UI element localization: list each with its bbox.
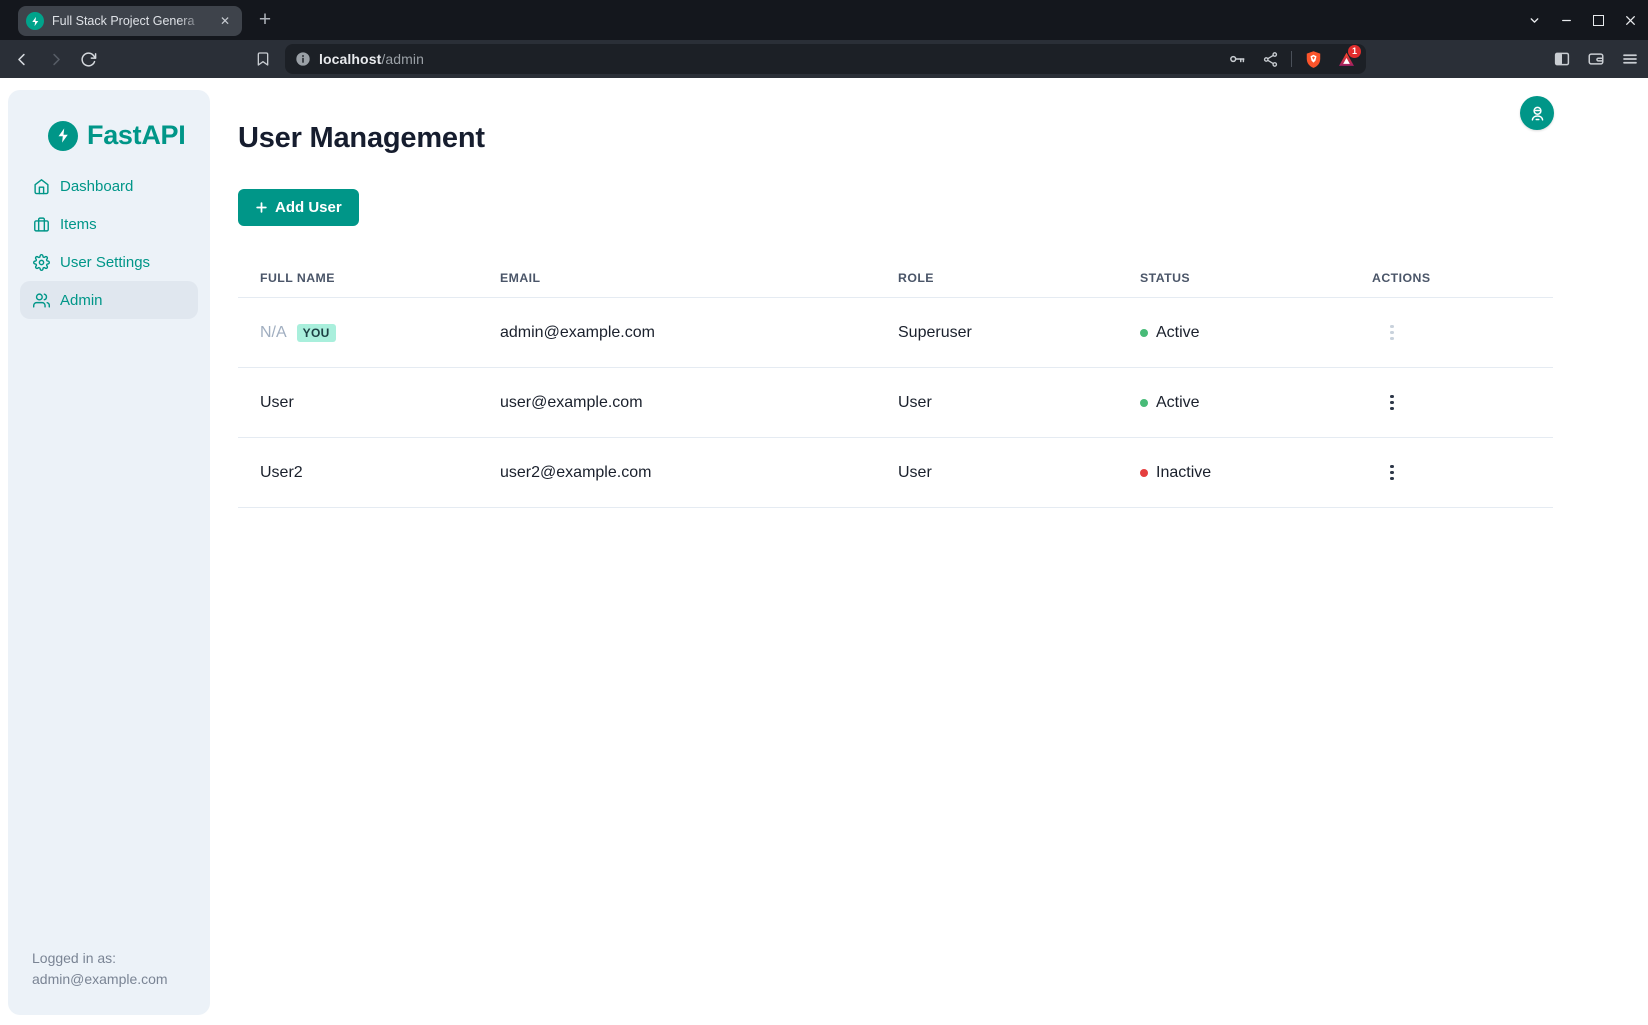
add-user-button[interactable]: Add User — [238, 189, 359, 226]
sidebar-item-label: Admin — [60, 292, 103, 309]
table-header-row: FULL NAME EMAIL ROLE STATUS ACTIONS — [238, 258, 1553, 298]
user-astronaut-icon — [1528, 104, 1547, 123]
menu-hamburger-icon[interactable] — [1618, 47, 1642, 71]
tab-search-chevron-icon[interactable] — [1522, 8, 1546, 32]
add-user-label: Add User — [275, 199, 342, 216]
page-title: User Management — [238, 122, 485, 155]
bookmark-icon[interactable] — [251, 47, 275, 71]
forward-button[interactable] — [41, 45, 69, 73]
row-actions-menu-icon[interactable] — [1380, 391, 1404, 415]
row-actions-menu-icon[interactable] — [1380, 321, 1404, 345]
browser-titlebar: Full Stack Project Genera ✕ + — [0, 0, 1648, 40]
table-row: User user@example.com User Active — [238, 368, 1553, 438]
logged-in-as-label: Logged in as: — [32, 948, 168, 970]
address-bar[interactable]: localhost/admin 1 — [285, 44, 1366, 74]
tab-favicon-icon — [26, 12, 44, 30]
status-label: Active — [1156, 394, 1200, 412]
user-menu-button[interactable] — [1520, 96, 1554, 130]
rewards-notification-badge: 1 — [1348, 45, 1361, 58]
logo-text: FastAPI — [87, 120, 185, 151]
tab-close-icon[interactable]: ✕ — [216, 12, 234, 30]
sidebar-item-dashboard[interactable]: Dashboard — [20, 167, 198, 205]
role-value: Superuser — [876, 324, 1118, 342]
site-info-icon[interactable] — [295, 51, 311, 67]
sidebar: FastAPI Dashboard Items User Settings — [8, 90, 210, 1015]
users-icon — [33, 292, 50, 309]
window-controls — [1522, 8, 1642, 32]
brave-shield-icon[interactable] — [1301, 47, 1325, 71]
full-name-value: N/A — [260, 324, 287, 342]
status-dot — [1140, 399, 1148, 407]
full-name-value: User — [260, 394, 294, 412]
full-name-value: User2 — [260, 464, 303, 482]
email-value: user2@example.com — [478, 464, 876, 482]
share-icon[interactable] — [1258, 47, 1282, 71]
sidebar-item-label: Dashboard — [60, 178, 133, 195]
table-row: User2 user2@example.com User Inactive — [238, 438, 1553, 508]
row-actions-menu-icon[interactable] — [1380, 461, 1404, 485]
column-header-full-name: FULL NAME — [238, 271, 478, 285]
reload-button[interactable] — [74, 45, 102, 73]
column-header-status: STATUS — [1118, 271, 1350, 285]
table-row: N/A YOU admin@example.com Superuser Acti… — [238, 298, 1553, 368]
column-header-actions: ACTIONS — [1350, 271, 1553, 285]
sidebar-item-label: User Settings — [60, 254, 150, 271]
status-dot — [1140, 469, 1148, 477]
url-text: localhost/admin — [319, 51, 424, 67]
fastapi-bolt-icon — [48, 121, 78, 151]
brave-rewards-icon[interactable]: 1 — [1334, 47, 1358, 71]
logged-in-email: admin@example.com — [32, 969, 168, 991]
close-window-button[interactable] — [1618, 8, 1642, 32]
plus-icon — [255, 201, 268, 214]
sidebar-item-user-settings[interactable]: User Settings — [20, 243, 198, 281]
sidebar-item-items[interactable]: Items — [20, 205, 198, 243]
home-icon — [33, 178, 50, 195]
tab-title: Full Stack Project Genera — [52, 14, 206, 28]
toolbar-divider — [1291, 51, 1292, 67]
url-path: /admin — [381, 51, 424, 67]
sidebar-footer: Logged in as: admin@example.com — [32, 948, 168, 991]
column-header-role: ROLE — [876, 271, 1118, 285]
minimize-button[interactable] — [1554, 8, 1578, 32]
you-badge: YOU — [297, 324, 336, 342]
status-label: Inactive — [1156, 464, 1211, 482]
briefcase-icon — [33, 216, 50, 233]
page-content: FastAPI Dashboard Items User Settings — [0, 78, 1648, 1025]
wallet-icon[interactable] — [1584, 47, 1608, 71]
email-value: admin@example.com — [478, 324, 876, 342]
gear-icon — [33, 254, 50, 271]
sidebar-item-label: Items — [60, 216, 97, 233]
url-host: localhost — [319, 51, 381, 67]
role-value: User — [876, 464, 1118, 482]
column-header-email: EMAIL — [478, 271, 876, 285]
email-value: user@example.com — [478, 394, 876, 412]
maximize-button[interactable] — [1586, 8, 1610, 32]
new-tab-button[interactable]: + — [252, 7, 278, 33]
role-value: User — [876, 394, 1118, 412]
sidebar-nav: Dashboard Items User Settings Admin — [8, 167, 210, 319]
saved-passwords-key-icon[interactable] — [1225, 47, 1249, 71]
back-button[interactable] — [8, 45, 36, 73]
sidebar-panel-icon[interactable] — [1550, 47, 1574, 71]
status-dot — [1140, 329, 1148, 337]
users-table: FULL NAME EMAIL ROLE STATUS ACTIONS N/A … — [238, 258, 1553, 508]
sidebar-item-admin[interactable]: Admin — [20, 281, 198, 319]
fastapi-logo: FastAPI — [8, 90, 210, 151]
status-label: Active — [1156, 324, 1200, 342]
browser-tab[interactable]: Full Stack Project Genera ✕ — [18, 6, 242, 36]
browser-toolbar: localhost/admin 1 — [0, 40, 1648, 78]
